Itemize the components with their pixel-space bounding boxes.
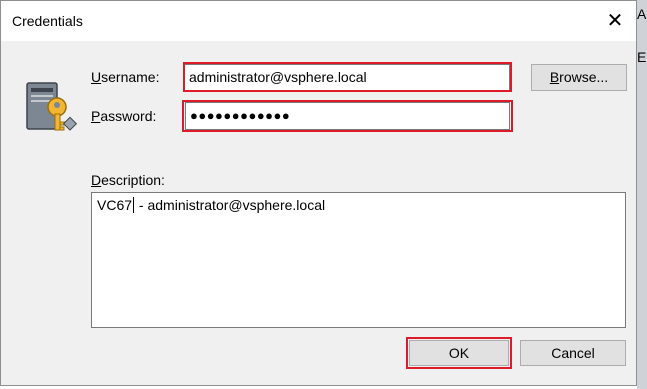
browse-label: rowse... [559, 69, 609, 85]
background-letter: A [637, 6, 647, 22]
username-value: administrator@vsphere.local [189, 69, 367, 85]
browse-accesskey: B [549, 69, 560, 85]
description-textarea[interactable]: VC67 - administrator@vsphere.local [91, 192, 626, 328]
description-label: Description: [91, 172, 165, 188]
description-text-end: - administrator@vsphere.local [135, 197, 326, 213]
cancel-button[interactable]: Cancel [520, 340, 626, 366]
text-caret [133, 197, 135, 213]
password-label-accesskey: P [91, 108, 101, 124]
password-field[interactable]: ●●●●●●●●●●●● [185, 102, 510, 130]
password-label: Password: [91, 108, 156, 124]
username-label-text: sername: [101, 69, 160, 85]
description-label-accesskey: D [91, 172, 102, 188]
browse-button[interactable]: Browse... [531, 64, 627, 91]
ok-button[interactable]: OK [409, 340, 509, 366]
password-value: ●●●●●●●●●●●● [190, 108, 291, 123]
background-letter: E [637, 49, 647, 65]
description-text-start: VC67 [97, 197, 133, 213]
title-bar: Credentials ✕ [1, 1, 636, 41]
username-field[interactable]: administrator@vsphere.local [184, 64, 510, 91]
server-key-icon [26, 82, 78, 131]
cancel-label: Cancel [551, 345, 595, 361]
password-label-text: assword: [100, 108, 157, 124]
close-icon[interactable]: ✕ [598, 7, 632, 35]
dialog-title: Credentials [12, 13, 83, 29]
description-label-text: escription: [101, 172, 165, 188]
background-window-strip: A E [637, 0, 647, 389]
ok-label: OK [448, 345, 470, 361]
username-label-accesskey: U [91, 69, 102, 85]
username-label: Username: [91, 69, 159, 85]
